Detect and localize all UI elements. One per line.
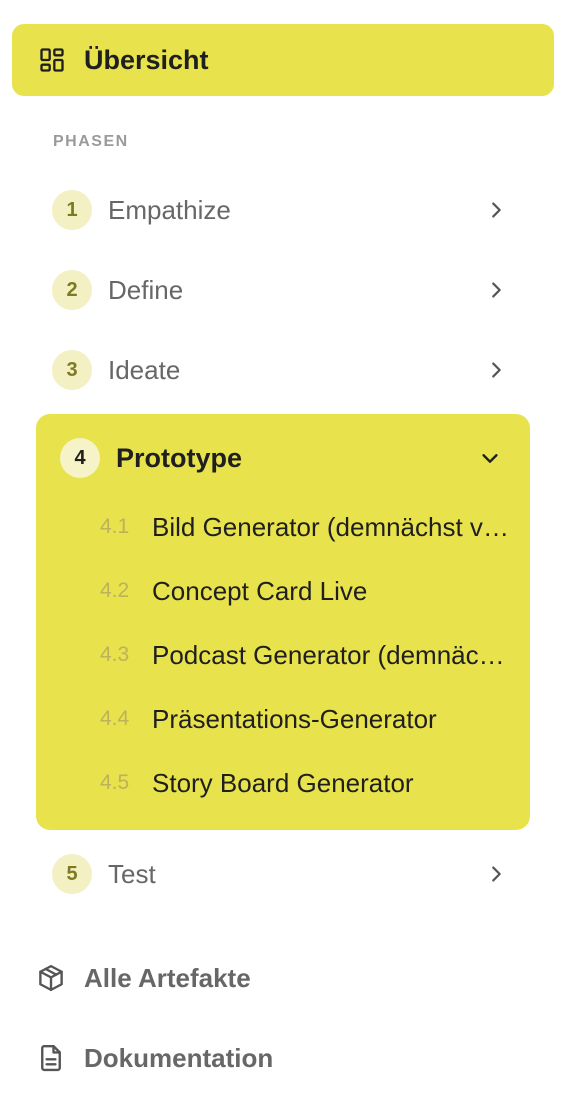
- phase-ideate[interactable]: 3 Ideate: [36, 338, 530, 402]
- phase-prototype[interactable]: 4 Prototype: [36, 438, 530, 478]
- nav-overview[interactable]: Übersicht: [12, 24, 554, 96]
- subitem-label: Story Board Generator: [152, 767, 414, 798]
- subitem-label: Concept Card Live: [152, 575, 368, 606]
- subitem-concept-card-live[interactable]: 4.2 Concept Card Live: [100, 569, 510, 613]
- subitem-number: 4.1: [100, 515, 130, 538]
- nav-all-artifacts-label: Alle Artefakte: [84, 962, 251, 993]
- package-icon: [36, 963, 66, 993]
- nav-overview-label: Übersicht: [84, 44, 209, 75]
- phase-number-badge: 2: [52, 270, 92, 310]
- phase-number-badge: 5: [52, 854, 92, 894]
- subitem-label: Bild Generator (demnächst verfügbar): [152, 511, 510, 542]
- phases-section-label: PHASEN: [53, 133, 129, 150]
- phase-label: Define: [108, 274, 184, 305]
- subitem-number: 4.5: [100, 771, 130, 794]
- phase-label: Ideate: [108, 354, 181, 385]
- layout-grid-icon: [38, 46, 66, 74]
- document-icon: [36, 1043, 66, 1073]
- chevron-right-icon: [484, 862, 508, 886]
- subitem-label: Präsentations-Generator: [152, 703, 437, 734]
- chevron-right-icon: [484, 198, 508, 222]
- phase-prototype-panel: 4 Prototype 4.1 Bild Generator (demnächs…: [36, 414, 530, 830]
- subitem-praesentations-generator[interactable]: 4.4 Präsentations-Generator: [100, 697, 510, 741]
- phase-define[interactable]: 2 Define: [36, 258, 530, 322]
- phase-label: Test: [108, 858, 156, 889]
- phase-number-badge: 4: [60, 438, 100, 478]
- phase-number-badge: 1: [52, 190, 92, 230]
- subitem-story-board-generator[interactable]: 4.5 Story Board Generator: [100, 761, 510, 805]
- nav-documentation-label: Dokumentation: [84, 1042, 274, 1073]
- phase-test[interactable]: 5 Test: [36, 842, 530, 906]
- phase-label: Empathize: [108, 194, 231, 225]
- phase-empathize[interactable]: 1 Empathize: [36, 178, 530, 242]
- subitem-number: 4.4: [100, 707, 130, 730]
- subitem-bild-generator[interactable]: 4.1 Bild Generator (demnächst verfügbar): [100, 505, 510, 549]
- subitem-podcast-generator[interactable]: 4.3 Podcast Generator (demnächst verfügb…: [100, 633, 510, 677]
- chevron-right-icon: [484, 358, 508, 382]
- phase-number-badge: 3: [52, 350, 92, 390]
- chevron-right-icon: [484, 278, 508, 302]
- subitem-number: 4.3: [100, 643, 130, 666]
- phase-label: Prototype: [116, 442, 243, 473]
- chevron-down-icon: [478, 446, 502, 470]
- nav-all-artifacts[interactable]: Alle Artefakte: [36, 953, 530, 1003]
- subitem-number: 4.2: [100, 579, 130, 602]
- nav-documentation[interactable]: Dokumentation: [36, 1033, 530, 1083]
- subitem-label: Podcast Generator (demnächst verfügbar): [152, 639, 510, 670]
